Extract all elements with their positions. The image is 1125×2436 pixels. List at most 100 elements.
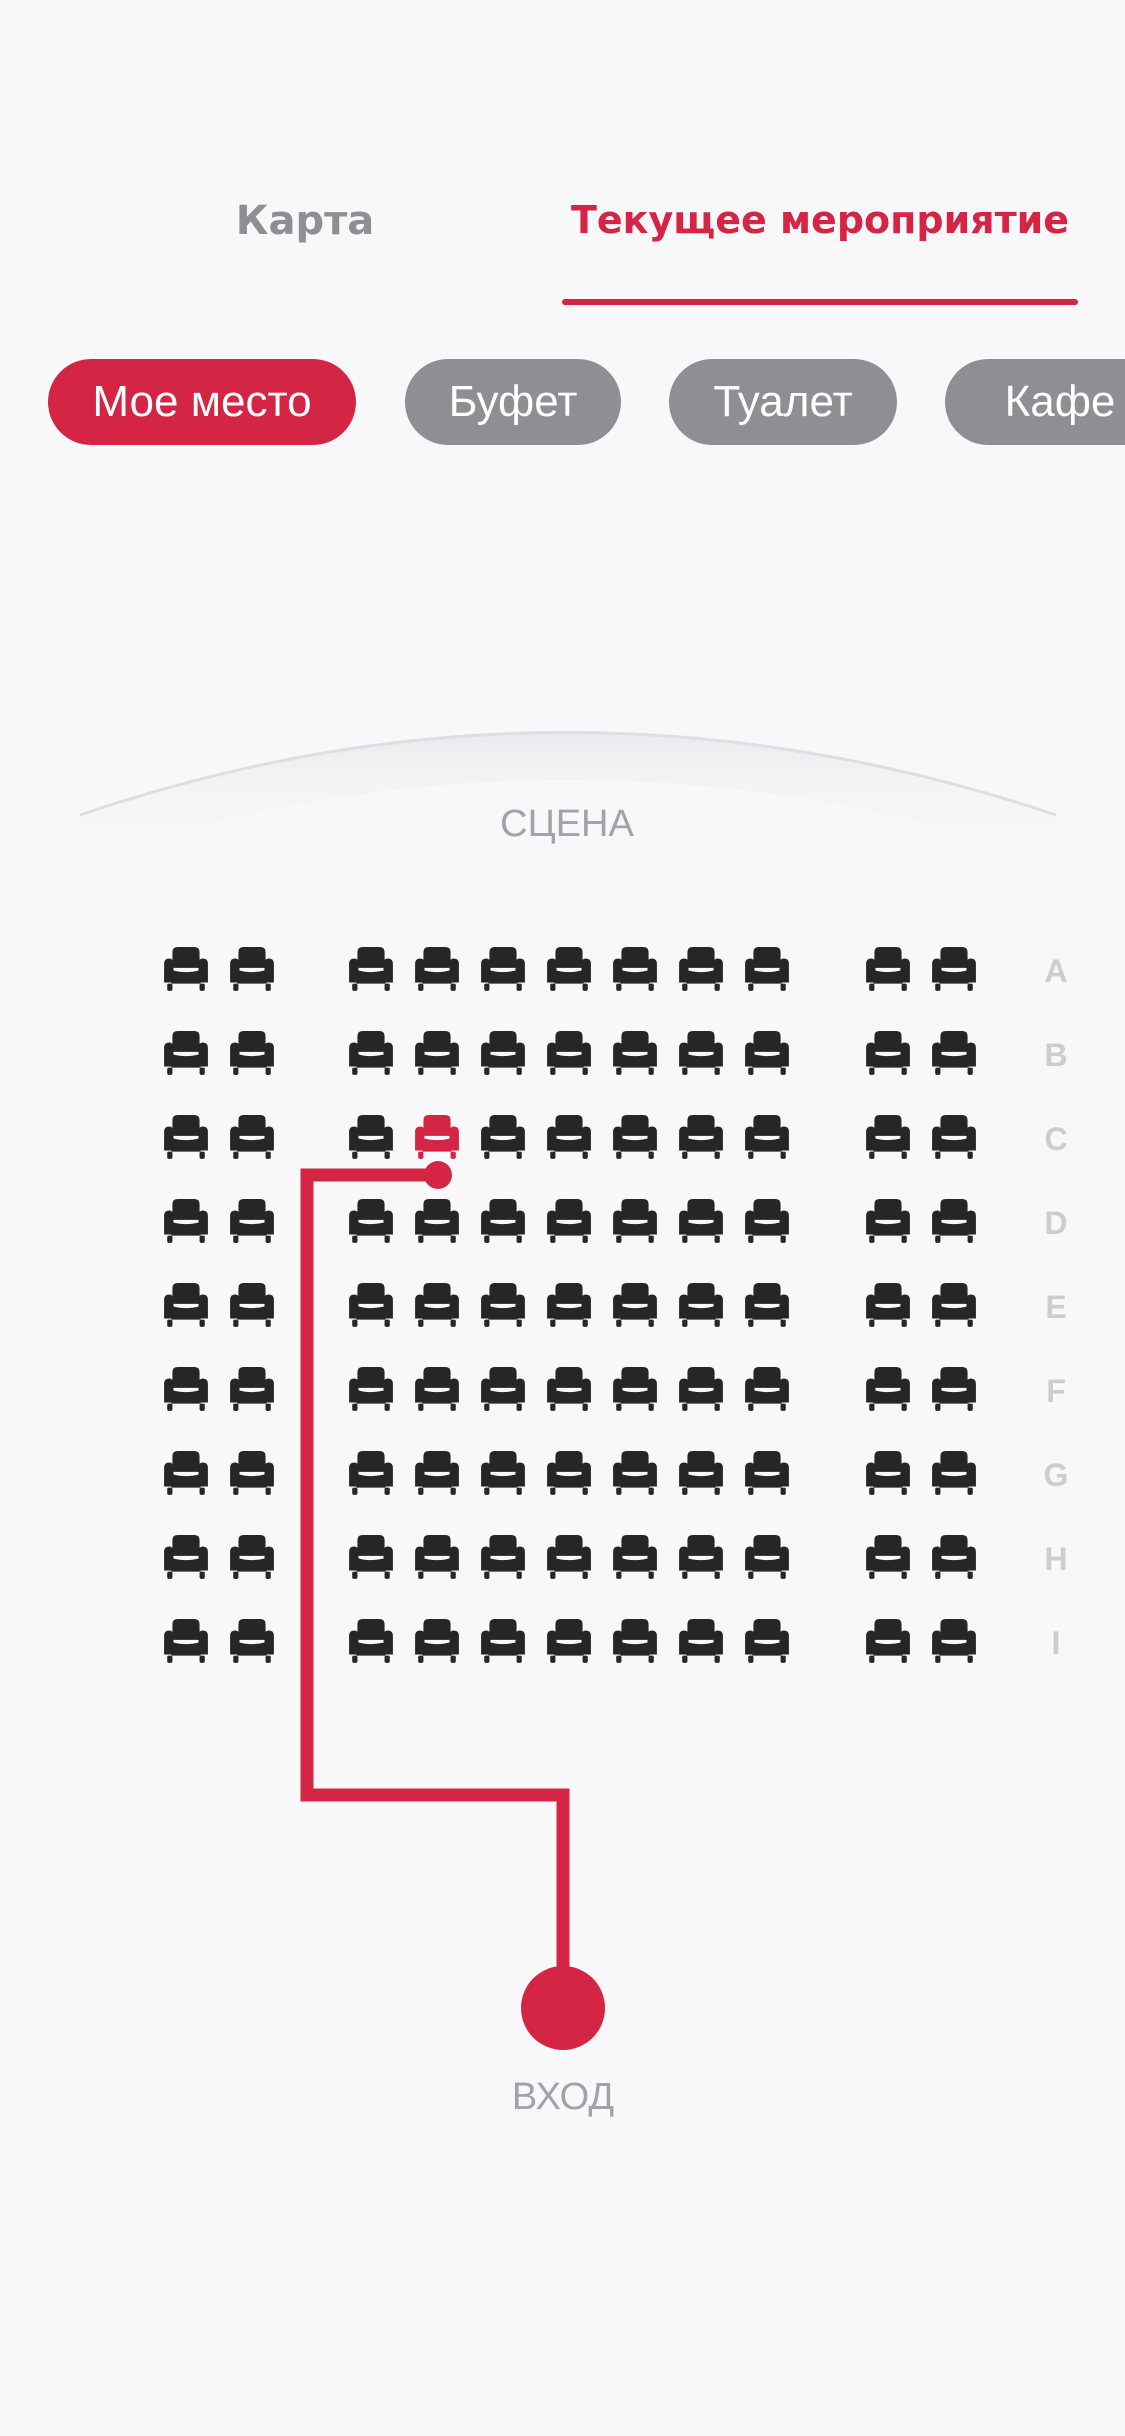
seat-armchair-icon[interactable] bbox=[164, 1535, 208, 1579]
seat-armchair-icon[interactable] bbox=[679, 1031, 723, 1075]
seat-armchair-icon[interactable] bbox=[613, 1031, 657, 1075]
seat-armchair-icon[interactable] bbox=[349, 947, 393, 991]
seat-armchair-icon[interactable] bbox=[230, 1535, 274, 1579]
seat-armchair-icon[interactable] bbox=[230, 1283, 274, 1327]
seat-armchair-icon[interactable] bbox=[932, 1367, 976, 1411]
seat-armchair-icon[interactable] bbox=[679, 1199, 723, 1243]
seat-armchair-icon[interactable] bbox=[745, 947, 789, 991]
seat-armchair-icon[interactable] bbox=[164, 1283, 208, 1327]
seat-armchair-icon[interactable] bbox=[745, 1031, 789, 1075]
seat-armchair-icon[interactable] bbox=[481, 1367, 525, 1411]
seat-armchair-icon[interactable] bbox=[415, 1199, 459, 1243]
seat-armchair-icon[interactable] bbox=[932, 1451, 976, 1495]
seat-armchair-icon[interactable] bbox=[679, 1115, 723, 1159]
seat-armchair-icon[interactable] bbox=[547, 1535, 591, 1579]
seat-armchair-icon[interactable] bbox=[745, 1451, 789, 1495]
seat-armchair-icon[interactable] bbox=[613, 1367, 657, 1411]
seat-armchair-icon[interactable] bbox=[866, 947, 910, 991]
seat-armchair-icon[interactable] bbox=[547, 1367, 591, 1411]
seat-armchair-icon[interactable] bbox=[932, 1619, 976, 1663]
seat-armchair-icon[interactable] bbox=[164, 947, 208, 991]
seat-armchair-icon[interactable] bbox=[679, 1367, 723, 1411]
seat-armchair-icon[interactable] bbox=[613, 1199, 657, 1243]
seat-armchair-icon[interactable] bbox=[745, 1283, 789, 1327]
seat-armchair-icon[interactable] bbox=[481, 1283, 525, 1327]
seat-armchair-icon[interactable] bbox=[164, 1199, 208, 1243]
seat-armchair-icon[interactable] bbox=[679, 1451, 723, 1495]
seat-armchair-icon[interactable] bbox=[349, 1451, 393, 1495]
seat-armchair-icon[interactable] bbox=[745, 1535, 789, 1579]
seat-armchair-icon[interactable] bbox=[932, 1031, 976, 1075]
seat-armchair-icon[interactable] bbox=[745, 1367, 789, 1411]
seat-armchair-icon[interactable] bbox=[745, 1115, 789, 1159]
seat-armchair-icon[interactable] bbox=[481, 1619, 525, 1663]
seat-armchair-icon[interactable] bbox=[547, 1115, 591, 1159]
seat-armchair-icon[interactable] bbox=[866, 1031, 910, 1075]
seat-armchair-icon[interactable] bbox=[164, 1115, 208, 1159]
seat-armchair-icon[interactable] bbox=[415, 1535, 459, 1579]
seat-armchair-icon[interactable] bbox=[415, 947, 459, 991]
seat-armchair-icon[interactable] bbox=[164, 1451, 208, 1495]
seat-armchair-icon[interactable] bbox=[613, 1451, 657, 1495]
seat-armchair-icon[interactable] bbox=[481, 947, 525, 991]
seat-armchair-icon[interactable] bbox=[679, 1535, 723, 1579]
seat-armchair-icon[interactable] bbox=[547, 1031, 591, 1075]
seat-armchair-icon[interactable] bbox=[164, 1031, 208, 1075]
seat-armchair-icon[interactable] bbox=[547, 1619, 591, 1663]
seat-armchair-icon[interactable] bbox=[481, 1451, 525, 1495]
seat-armchair-icon[interactable] bbox=[866, 1283, 910, 1327]
seat-armchair-icon[interactable] bbox=[679, 947, 723, 991]
seat-armchair-icon[interactable] bbox=[866, 1535, 910, 1579]
seat-armchair-icon[interactable] bbox=[932, 947, 976, 991]
seat-armchair-icon[interactable] bbox=[866, 1199, 910, 1243]
seat-armchair-icon[interactable] bbox=[230, 1367, 274, 1411]
seat-armchair-icon[interactable] bbox=[481, 1115, 525, 1159]
seat-armchair-icon[interactable] bbox=[932, 1283, 976, 1327]
seat-armchair-icon[interactable] bbox=[547, 1199, 591, 1243]
seat-armchair-icon[interactable] bbox=[932, 1115, 976, 1159]
seat-armchair-icon[interactable] bbox=[349, 1115, 393, 1159]
seat-armchair-icon[interactable] bbox=[679, 1283, 723, 1327]
entrance-marker[interactable] bbox=[521, 1966, 605, 2050]
seat-armchair-icon[interactable] bbox=[866, 1451, 910, 1495]
seat-armchair-icon[interactable] bbox=[164, 1367, 208, 1411]
seat-armchair-icon[interactable] bbox=[230, 1451, 274, 1495]
seat-armchair-icon[interactable] bbox=[349, 1031, 393, 1075]
seat-armchair-icon[interactable] bbox=[349, 1283, 393, 1327]
seat-armchair-icon[interactable] bbox=[349, 1199, 393, 1243]
seat-armchair-icon[interactable] bbox=[230, 1115, 274, 1159]
seat-armchair-icon[interactable] bbox=[164, 1619, 208, 1663]
seat-armchair-icon[interactable] bbox=[745, 1199, 789, 1243]
seat-armchair-icon[interactable] bbox=[745, 1619, 789, 1663]
seat-armchair-icon[interactable] bbox=[866, 1619, 910, 1663]
seat-armchair-icon[interactable] bbox=[415, 1367, 459, 1411]
seat-armchair-icon[interactable] bbox=[547, 1451, 591, 1495]
seat-armchair-icon[interactable] bbox=[415, 1031, 459, 1075]
seat-armchair-icon[interactable] bbox=[613, 1619, 657, 1663]
seat-armchair-icon[interactable] bbox=[415, 1283, 459, 1327]
seat-armchair-icon[interactable] bbox=[932, 1199, 976, 1243]
seat-armchair-icon[interactable] bbox=[415, 1619, 459, 1663]
seat-armchair-icon[interactable] bbox=[481, 1199, 525, 1243]
seat-armchair-icon[interactable] bbox=[866, 1367, 910, 1411]
seat-armchair-icon[interactable] bbox=[547, 947, 591, 991]
seat-armchair-icon[interactable] bbox=[230, 1031, 274, 1075]
seat-armchair-icon[interactable] bbox=[349, 1619, 393, 1663]
seat-armchair-icon[interactable] bbox=[613, 1535, 657, 1579]
seat-armchair-icon[interactable] bbox=[349, 1367, 393, 1411]
seat-armchair-icon[interactable] bbox=[547, 1283, 591, 1327]
seat-armchair-icon[interactable] bbox=[481, 1535, 525, 1579]
seat-armchair-icon[interactable] bbox=[866, 1115, 910, 1159]
seat-armchair-icon[interactable] bbox=[679, 1619, 723, 1663]
seat-armchair-icon[interactable] bbox=[613, 1115, 657, 1159]
my-seat-armchair-icon[interactable] bbox=[415, 1115, 459, 1159]
seat-armchair-icon[interactable] bbox=[230, 1199, 274, 1243]
seat-armchair-icon[interactable] bbox=[613, 947, 657, 991]
seat-armchair-icon[interactable] bbox=[349, 1535, 393, 1579]
seat-armchair-icon[interactable] bbox=[230, 947, 274, 991]
seat-armchair-icon[interactable] bbox=[415, 1451, 459, 1495]
seat-armchair-icon[interactable] bbox=[481, 1031, 525, 1075]
seat-armchair-icon[interactable] bbox=[613, 1283, 657, 1327]
seat-armchair-icon[interactable] bbox=[932, 1535, 976, 1579]
seat-armchair-icon[interactable] bbox=[230, 1619, 274, 1663]
